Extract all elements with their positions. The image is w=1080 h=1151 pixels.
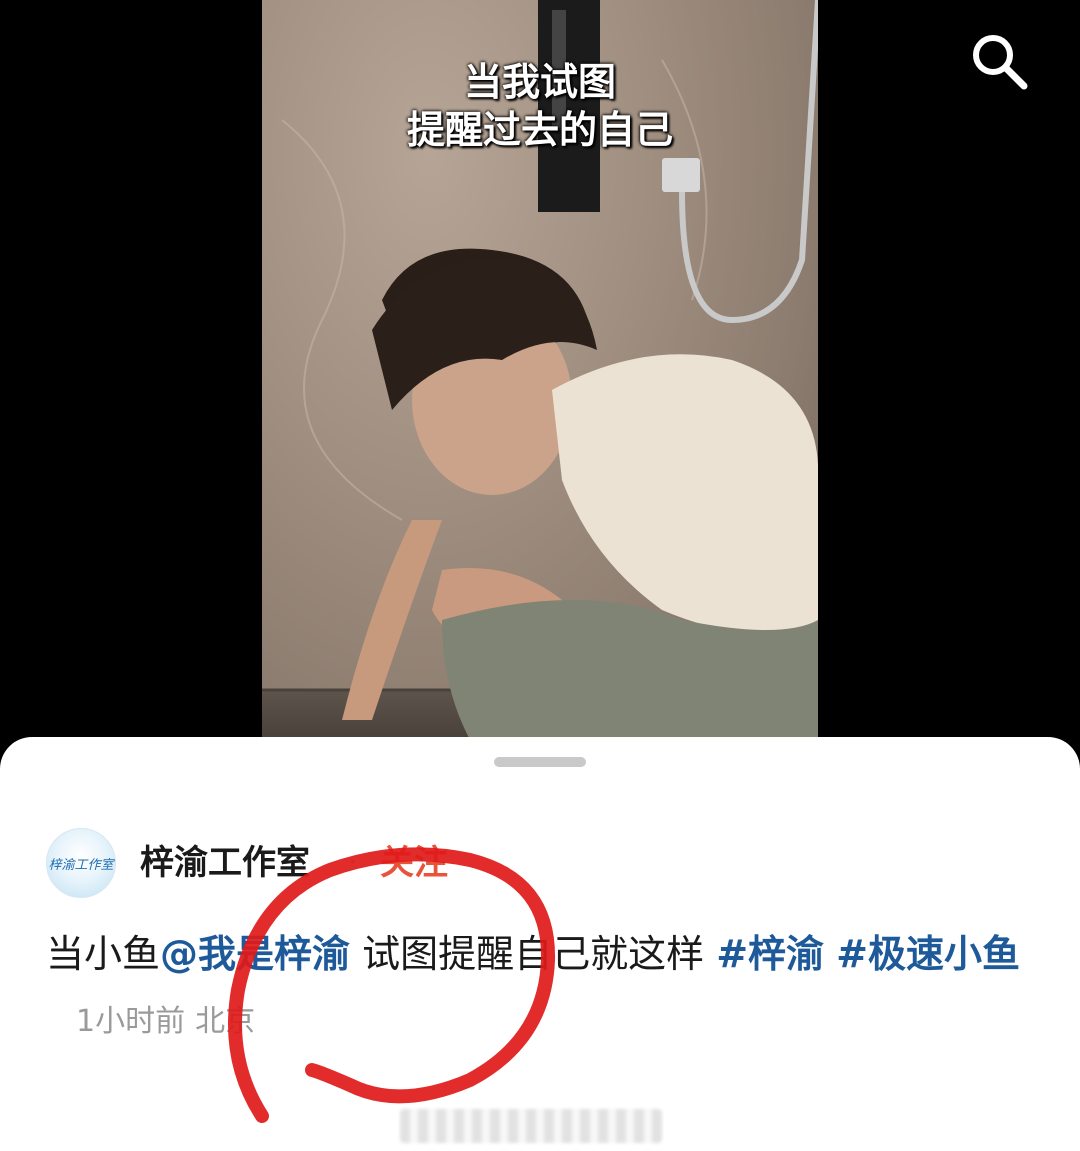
hashtag-link-1[interactable]: #梓渝 — [716, 932, 824, 976]
video-player[interactable]: 当我试图 提醒过去的自己 — [0, 0, 1080, 760]
separator-dot: · — [348, 845, 358, 880]
avatar-text: 梓渝工作室 — [48, 857, 114, 873]
post-text: 当小鱼@我是梓渝 试图提醒自己就这样 #梓渝 #极速小鱼 1小时前 北京 — [46, 922, 1036, 1054]
follow-button[interactable]: 关注 — [380, 841, 448, 885]
hashtag-link-2[interactable]: #极速小鱼 — [836, 932, 1020, 976]
sheet-drag-handle[interactable] — [494, 757, 586, 767]
video-frame[interactable]: 当我试图 提醒过去的自己 — [262, 0, 818, 760]
post-time: 1小时前 — [76, 1004, 186, 1039]
caption-line-1: 当我试图 — [463, 59, 616, 104]
video-caption: 当我试图 提醒过去的自己 — [262, 58, 818, 154]
caption-line-2: 提醒过去的自己 — [406, 107, 673, 152]
avatar[interactable]: 梓渝工作室 — [46, 828, 116, 898]
author-name[interactable]: 梓渝工作室 — [140, 841, 310, 885]
blurred-content — [400, 1109, 662, 1143]
post-location: 北京 — [195, 1004, 256, 1039]
post-detail-sheet: 梓渝工作室 梓渝工作室 · 关注 当小鱼@我是梓渝 试图提醒自己就这样 #梓渝 … — [0, 737, 1080, 1151]
mention-link[interactable]: @我是梓渝 — [160, 932, 350, 976]
post-text-middle: 试图提醒自己就这样 — [350, 932, 717, 976]
post-text-prefix: 当小鱼 — [46, 932, 161, 976]
search-icon[interactable] — [966, 28, 1030, 92]
